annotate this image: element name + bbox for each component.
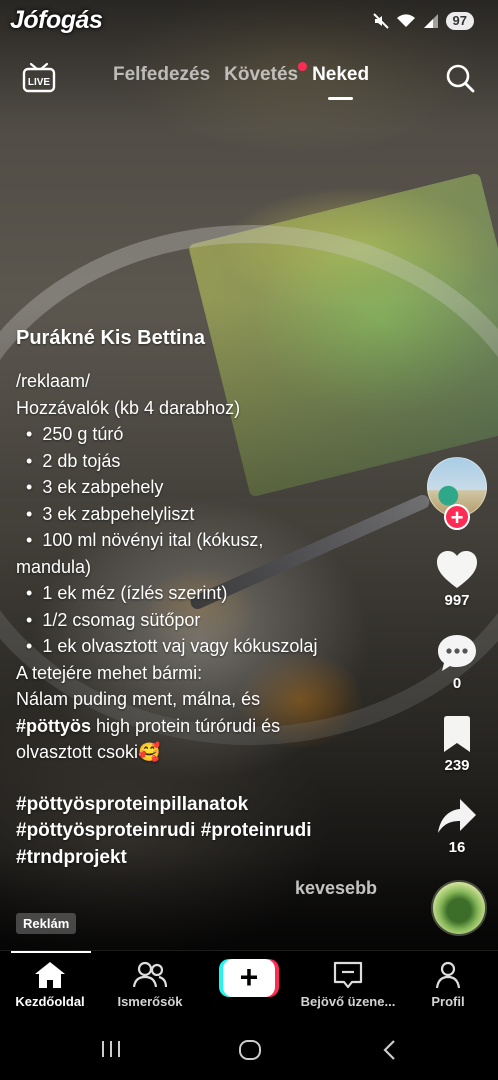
plus-icon: +	[223, 959, 275, 997]
hashtag-link[interactable]: #pöttyösproteinrudi #proteinrudi	[16, 818, 411, 845]
nav-friends-label: Ismerősök	[117, 994, 183, 1009]
caption-line: /reklaam/	[16, 371, 91, 391]
ad-badge: Reklám	[16, 913, 77, 934]
like-button[interactable]: 997	[426, 550, 488, 609]
inbox-icon	[333, 961, 363, 989]
mute-icon	[372, 13, 389, 29]
show-less-button[interactable]: kevesebb	[295, 878, 377, 899]
ingredient-item: 2 db tojás	[16, 448, 411, 475]
tab-kovetes-label: Követés	[224, 64, 299, 85]
tab-neked[interactable]: Neked	[312, 64, 369, 100]
caption-line: A tetejére mehet bármi:	[16, 662, 203, 683]
nav-profile[interactable]: Profil	[398, 961, 498, 1009]
nav-friends[interactable]: Ismerősök	[100, 961, 200, 1009]
nav-home[interactable]: Kezdőoldal	[0, 961, 100, 1009]
creator-avatar-wrap: +	[427, 457, 487, 530]
nav-inbox-label: Bejövő üzene...	[300, 994, 396, 1009]
caption-text-fragment: high protein túrórudi és	[91, 715, 281, 736]
bookmark-count: 239	[444, 757, 470, 774]
comment-button[interactable]: 0	[426, 633, 488, 692]
battery-indicator: 97	[445, 12, 474, 30]
ingredient-item: 1/2 csomag sütőpor	[16, 607, 411, 634]
nav-home-label: Kezdőoldal	[15, 994, 85, 1009]
share-icon	[438, 799, 476, 833]
share-count: 16	[448, 839, 466, 856]
author-name[interactable]: Purákné Kis Bettina	[16, 327, 411, 350]
svg-text:LIVE: LIVE	[28, 77, 51, 88]
search-icon[interactable]	[444, 62, 476, 94]
ingredient-item: 3 ek zabpehelyliszt	[16, 501, 411, 528]
ingredient-item: 1 ek méz (ízlés szerint)	[16, 580, 411, 607]
ingredient-item: 100 ml növényi ital (kókusz,	[16, 527, 411, 554]
caption-line: Hozzávalók (kb 4 darabhoz)	[16, 397, 241, 418]
comment-count: 0	[452, 675, 462, 692]
nav-profile-label: Profil	[431, 994, 465, 1009]
bookmark-icon	[444, 716, 470, 752]
bookmark-button[interactable]: 239	[426, 715, 488, 774]
post-caption: Purákné Kis Bettina /reklaam/ Hozzávalók…	[16, 327, 411, 871]
status-bar: 97	[372, 12, 474, 30]
tab-felfedezes[interactable]: Felfedezés	[113, 64, 210, 86]
hashtag-link[interactable]: #pöttyösproteinpillanatok	[16, 792, 411, 819]
friends-icon	[133, 961, 167, 988]
like-count: 997	[444, 592, 470, 609]
hashtag-link[interactable]: #trndprojekt	[16, 845, 411, 872]
follow-plus-icon[interactable]: +	[444, 504, 470, 530]
profile-icon	[435, 961, 461, 989]
home-icon	[35, 962, 65, 988]
caption-line: olvasztott csoki🥰	[16, 742, 161, 762]
notification-dot	[298, 62, 308, 71]
share-button[interactable]: 16	[426, 797, 488, 856]
wifi-icon	[396, 14, 415, 27]
top-nav: LIVE Felfedezés Követés Neked	[0, 58, 498, 102]
hashtag-list: #pöttyösproteinpillanatok #pöttyösprotei…	[16, 792, 411, 872]
signal-icon	[423, 14, 438, 28]
comment-icon	[438, 635, 476, 671]
active-tab-indicator	[11, 951, 91, 953]
caption-line: #pöttyös high protein túrórudi és	[16, 713, 411, 740]
caption-text[interactable]: /reklaam/ Hozzávalók (kb 4 darabhoz) 250…	[16, 368, 411, 766]
bottom-nav: Kezdőoldal Ismerősök + Bejövő üzene... P…	[0, 950, 498, 1020]
ingredient-item: 250 g túró	[16, 421, 411, 448]
nav-inbox[interactable]: Bejövő üzene...	[298, 961, 398, 1009]
live-icon[interactable]: LIVE	[22, 60, 56, 94]
create-post-button[interactable]: +	[219, 959, 279, 997]
back-icon[interactable]	[380, 1038, 400, 1062]
music-disc-icon[interactable]	[431, 880, 487, 936]
recent-apps-icon[interactable]	[100, 1038, 122, 1060]
hashtag-link[interactable]: #pöttyös	[16, 716, 91, 736]
system-nav-bar	[0, 1020, 498, 1080]
watermark-logo: Jófogás	[10, 6, 103, 34]
heart-icon	[437, 551, 477, 588]
tab-kovetes[interactable]: Követés	[224, 62, 308, 86]
caption-line: Nálam puding ment, málna, és	[16, 689, 261, 709]
ingredient-item-wrap: mandula)	[16, 556, 92, 577]
ingredient-item: 1 ek olvasztott vaj vagy kókuszolaj	[16, 633, 411, 660]
home-button-icon[interactable]	[238, 1038, 262, 1062]
ingredient-item: 3 ek zabpehely	[16, 474, 411, 501]
